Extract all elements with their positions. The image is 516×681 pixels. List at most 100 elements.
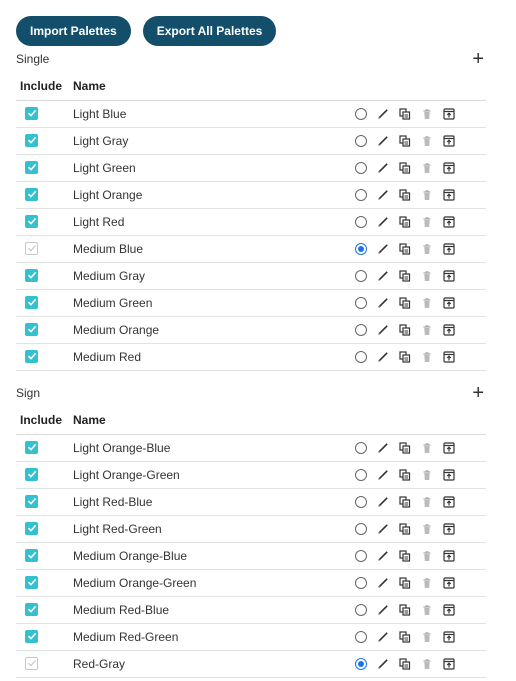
delete-trash-icon[interactable] [416, 266, 438, 286]
export-icon[interactable] [438, 158, 460, 178]
delete-trash-icon[interactable] [416, 627, 438, 647]
duplicate-icon[interactable] [394, 158, 416, 178]
default-radio[interactable] [350, 546, 372, 566]
duplicate-icon[interactable] [394, 627, 416, 647]
delete-trash-icon[interactable] [416, 600, 438, 620]
export-icon[interactable] [438, 320, 460, 340]
include-checkbox[interactable] [25, 268, 38, 282]
duplicate-icon[interactable] [394, 185, 416, 205]
export-icon[interactable] [438, 438, 460, 458]
default-radio[interactable] [350, 600, 372, 620]
include-checkbox[interactable] [25, 160, 38, 174]
include-checkbox[interactable] [25, 494, 38, 508]
include-checkbox[interactable] [25, 521, 38, 535]
include-checkbox[interactable] [25, 187, 38, 201]
include-checkbox[interactable] [25, 656, 38, 670]
include-checkbox[interactable] [25, 214, 38, 228]
delete-trash-icon[interactable] [416, 293, 438, 313]
edit-pencil-icon[interactable] [372, 320, 394, 340]
export-icon[interactable] [438, 293, 460, 313]
default-radio[interactable] [350, 573, 372, 593]
duplicate-icon[interactable] [394, 465, 416, 485]
edit-pencil-icon[interactable] [372, 266, 394, 286]
delete-trash-icon[interactable] [416, 185, 438, 205]
include-checkbox[interactable] [25, 602, 38, 616]
export-icon[interactable] [438, 185, 460, 205]
duplicate-icon[interactable] [394, 293, 416, 313]
delete-trash-icon[interactable] [416, 492, 438, 512]
include-checkbox[interactable] [25, 322, 38, 336]
include-checkbox[interactable] [25, 440, 38, 454]
duplicate-icon[interactable] [394, 212, 416, 232]
duplicate-icon[interactable] [394, 492, 416, 512]
default-radio[interactable] [350, 492, 372, 512]
export-icon[interactable] [438, 600, 460, 620]
default-radio[interactable] [350, 185, 372, 205]
duplicate-icon[interactable] [394, 131, 416, 151]
delete-trash-icon[interactable] [416, 573, 438, 593]
duplicate-icon[interactable] [394, 438, 416, 458]
export-icon[interactable] [438, 266, 460, 286]
export-icon[interactable] [438, 347, 460, 367]
include-checkbox[interactable] [25, 106, 38, 120]
duplicate-icon[interactable] [394, 573, 416, 593]
include-checkbox[interactable] [25, 575, 38, 589]
export-icon[interactable] [438, 519, 460, 539]
duplicate-icon[interactable] [394, 347, 416, 367]
default-radio[interactable] [350, 519, 372, 539]
default-radio[interactable] [350, 654, 372, 674]
include-checkbox[interactable] [25, 467, 38, 481]
default-radio[interactable] [350, 158, 372, 178]
edit-pencil-icon[interactable] [372, 573, 394, 593]
edit-pencil-icon[interactable] [372, 293, 394, 313]
default-radio[interactable] [350, 104, 372, 124]
export-icon[interactable] [438, 239, 460, 259]
export-icon[interactable] [438, 131, 460, 151]
edit-pencil-icon[interactable] [372, 185, 394, 205]
edit-pencil-icon[interactable] [372, 519, 394, 539]
delete-trash-icon[interactable] [416, 347, 438, 367]
include-checkbox[interactable] [25, 349, 38, 363]
add-palette-button[interactable]: + [472, 383, 484, 403]
delete-trash-icon[interactable] [416, 104, 438, 124]
include-checkbox[interactable] [25, 548, 38, 562]
default-radio[interactable] [350, 438, 372, 458]
delete-trash-icon[interactable] [416, 519, 438, 539]
edit-pencil-icon[interactable] [372, 104, 394, 124]
duplicate-icon[interactable] [394, 266, 416, 286]
default-radio[interactable] [350, 212, 372, 232]
edit-pencil-icon[interactable] [372, 347, 394, 367]
default-radio[interactable] [350, 465, 372, 485]
edit-pencil-icon[interactable] [372, 158, 394, 178]
add-palette-button[interactable]: + [472, 49, 484, 69]
edit-pencil-icon[interactable] [372, 546, 394, 566]
default-radio[interactable] [350, 347, 372, 367]
export-icon[interactable] [438, 546, 460, 566]
export-icon[interactable] [438, 627, 460, 647]
edit-pencil-icon[interactable] [372, 438, 394, 458]
delete-trash-icon[interactable] [416, 546, 438, 566]
export-icon[interactable] [438, 465, 460, 485]
default-radio[interactable] [350, 627, 372, 647]
default-radio[interactable] [350, 239, 372, 259]
delete-trash-icon[interactable] [416, 158, 438, 178]
edit-pencil-icon[interactable] [372, 600, 394, 620]
delete-trash-icon[interactable] [416, 654, 438, 674]
delete-trash-icon[interactable] [416, 465, 438, 485]
edit-pencil-icon[interactable] [372, 131, 394, 151]
delete-trash-icon[interactable] [416, 438, 438, 458]
export-icon[interactable] [438, 492, 460, 512]
edit-pencil-icon[interactable] [372, 654, 394, 674]
include-checkbox[interactable] [25, 295, 38, 309]
import-palettes-button[interactable]: Import Palettes [16, 16, 131, 46]
default-radio[interactable] [350, 293, 372, 313]
default-radio[interactable] [350, 131, 372, 151]
edit-pencil-icon[interactable] [372, 239, 394, 259]
delete-trash-icon[interactable] [416, 212, 438, 232]
duplicate-icon[interactable] [394, 654, 416, 674]
duplicate-icon[interactable] [394, 104, 416, 124]
default-radio[interactable] [350, 266, 372, 286]
include-checkbox[interactable] [25, 133, 38, 147]
edit-pencil-icon[interactable] [372, 492, 394, 512]
delete-trash-icon[interactable] [416, 131, 438, 151]
